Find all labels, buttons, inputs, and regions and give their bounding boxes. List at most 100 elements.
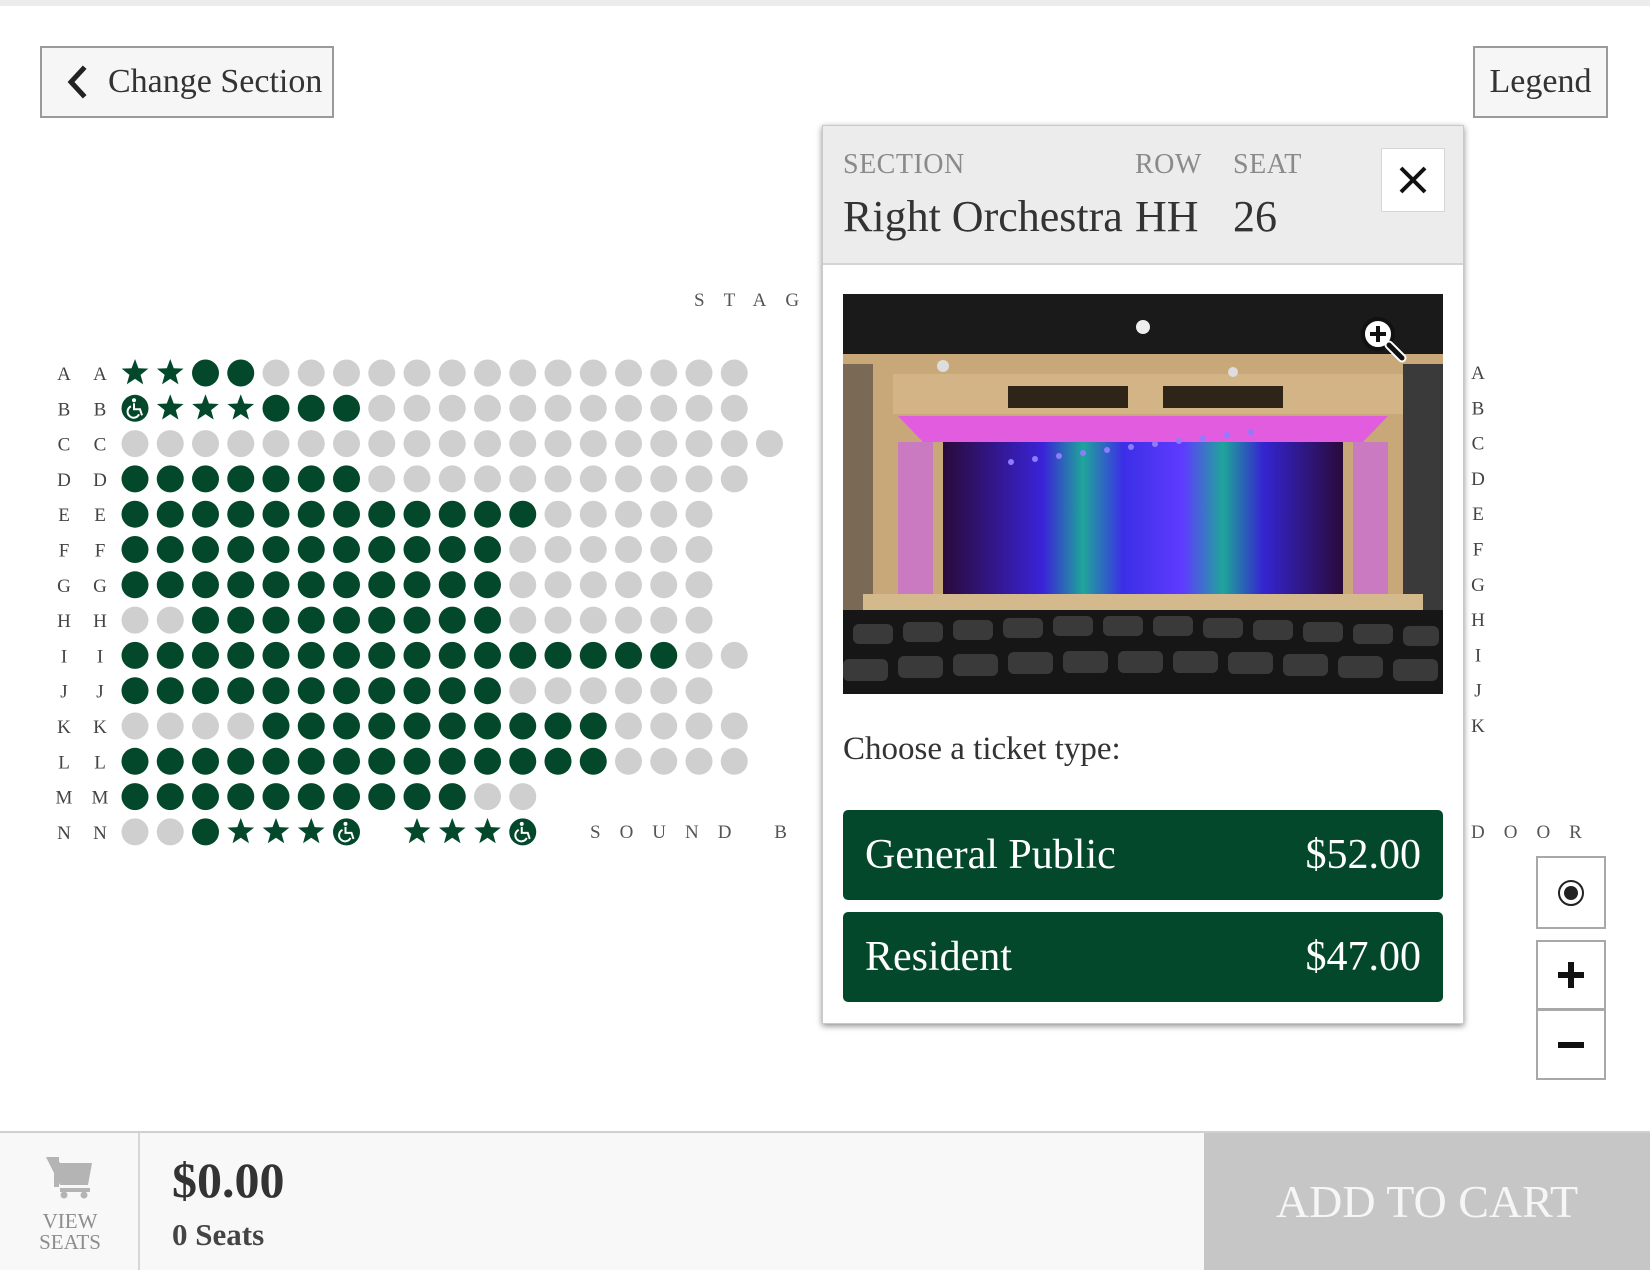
- seat-available[interactable]: [544, 712, 572, 740]
- seat-available[interactable]: [121, 677, 149, 705]
- seat-available[interactable]: [474, 500, 501, 528]
- seat-unavailable[interactable]: [509, 571, 537, 599]
- ticket-option-resident[interactable]: Resident $47.00: [843, 912, 1443, 1002]
- seat-unavailable[interactable]: [156, 430, 184, 458]
- seat-available[interactable]: [438, 606, 466, 634]
- seat-available[interactable]: [297, 394, 325, 422]
- seat-available[interactable]: [333, 677, 360, 705]
- seat-unavailable[interactable]: [403, 430, 431, 458]
- seat-available[interactable]: [156, 783, 184, 811]
- seat-available[interactable]: [333, 712, 360, 740]
- seat-unavailable[interactable]: [615, 747, 642, 775]
- seat-unavailable[interactable]: [509, 536, 537, 563]
- seat-available[interactable]: [192, 571, 219, 599]
- seat-available[interactable]: [262, 571, 290, 599]
- seat-available[interactable]: [192, 359, 219, 387]
- seat-available[interactable]: [297, 465, 325, 493]
- seat-available[interactable]: [368, 641, 396, 669]
- seat-unavailable[interactable]: [474, 783, 501, 811]
- seat-unavailable[interactable]: [579, 430, 607, 458]
- seat-unavailable[interactable]: [333, 359, 360, 387]
- seat-available[interactable]: [403, 641, 431, 669]
- seat-available[interactable]: [509, 641, 537, 669]
- seat-available[interactable]: [227, 747, 255, 775]
- seat-available[interactable]: [474, 606, 501, 634]
- seat-unavailable[interactable]: [685, 536, 713, 563]
- seat-available[interactable]: [297, 536, 325, 563]
- seat-available[interactable]: [227, 536, 255, 563]
- star-icon[interactable]: [121, 359, 149, 385]
- seat-unavailable[interactable]: [579, 465, 607, 493]
- seat-unavailable[interactable]: [544, 394, 572, 422]
- seat-unavailable[interactable]: [579, 500, 607, 528]
- seat-unavailable[interactable]: [650, 677, 678, 705]
- seat-available[interactable]: [262, 677, 290, 705]
- seat-available[interactable]: [262, 536, 290, 563]
- seat-available[interactable]: [156, 536, 184, 563]
- seat-unavailable[interactable]: [227, 430, 255, 458]
- seat-unavailable[interactable]: [685, 606, 713, 634]
- seat-available[interactable]: [262, 394, 290, 422]
- seat-unavailable[interactable]: [509, 677, 537, 705]
- seat-available[interactable]: [509, 500, 537, 528]
- seat-available[interactable]: [509, 712, 537, 740]
- seat-available[interactable]: [297, 747, 325, 775]
- seat-unavailable[interactable]: [544, 677, 572, 705]
- seat-available[interactable]: [192, 465, 219, 493]
- star-icon[interactable]: [297, 817, 325, 844]
- seat-available[interactable]: [262, 465, 290, 493]
- seat-available[interactable]: [509, 747, 537, 775]
- seat-available[interactable]: [192, 818, 219, 846]
- seat-available[interactable]: [438, 641, 466, 669]
- seat-available[interactable]: [368, 747, 396, 775]
- star-icon[interactable]: [156, 394, 184, 420]
- seat-unavailable[interactable]: [474, 430, 501, 458]
- seat-available[interactable]: [403, 606, 431, 634]
- seat-unavailable[interactable]: [262, 430, 290, 458]
- seat-available[interactable]: [297, 641, 325, 669]
- seat-available[interactable]: [650, 641, 678, 669]
- seat-unavailable[interactable]: [579, 677, 607, 705]
- star-icon[interactable]: [227, 394, 255, 420]
- seat-unavailable[interactable]: [720, 430, 748, 458]
- seat-available[interactable]: [192, 641, 219, 669]
- seat-available[interactable]: [403, 677, 431, 705]
- seat-unavailable[interactable]: [509, 430, 537, 458]
- wheelchair-icon[interactable]: [509, 818, 537, 846]
- seat-available[interactable]: [579, 641, 607, 669]
- seat-unavailable[interactable]: [438, 465, 466, 493]
- seat-available[interactable]: [192, 606, 219, 634]
- seat-unavailable[interactable]: [438, 359, 466, 387]
- seat-unavailable[interactable]: [509, 606, 537, 634]
- seat-available[interactable]: [297, 783, 325, 811]
- star-icon[interactable]: [227, 817, 255, 844]
- star-icon[interactable]: [156, 359, 184, 385]
- star-icon[interactable]: [192, 394, 219, 420]
- seat-available[interactable]: [297, 677, 325, 705]
- seat-unavailable[interactable]: [579, 606, 607, 634]
- seat-unavailable[interactable]: [262, 359, 290, 387]
- seat-unavailable[interactable]: [368, 465, 396, 493]
- ticket-option-general-public[interactable]: General Public $52.00: [843, 810, 1443, 900]
- seat-unavailable[interactable]: [156, 606, 184, 634]
- seat-available[interactable]: [333, 465, 360, 493]
- seat-available[interactable]: [403, 712, 431, 740]
- seat-unavailable[interactable]: [121, 606, 149, 634]
- seat-unavailable[interactable]: [474, 394, 501, 422]
- seat-unavailable[interactable]: [474, 465, 501, 493]
- seat-available[interactable]: [368, 536, 396, 563]
- seat-available[interactable]: [474, 747, 501, 775]
- zoom-in-icon[interactable]: [1358, 314, 1408, 364]
- star-icon[interactable]: [474, 817, 501, 844]
- seat-available[interactable]: [262, 606, 290, 634]
- seat-unavailable[interactable]: [685, 430, 713, 458]
- seat-unavailable[interactable]: [615, 606, 642, 634]
- seat-available[interactable]: [333, 571, 360, 599]
- seat-unavailable[interactable]: [650, 430, 678, 458]
- seat-available[interactable]: [227, 500, 255, 528]
- seat-unavailable[interactable]: [368, 359, 396, 387]
- seat-available[interactable]: [227, 783, 255, 811]
- seat-available[interactable]: [474, 712, 501, 740]
- seat-unavailable[interactable]: [650, 394, 678, 422]
- seat-unavailable[interactable]: [156, 712, 184, 740]
